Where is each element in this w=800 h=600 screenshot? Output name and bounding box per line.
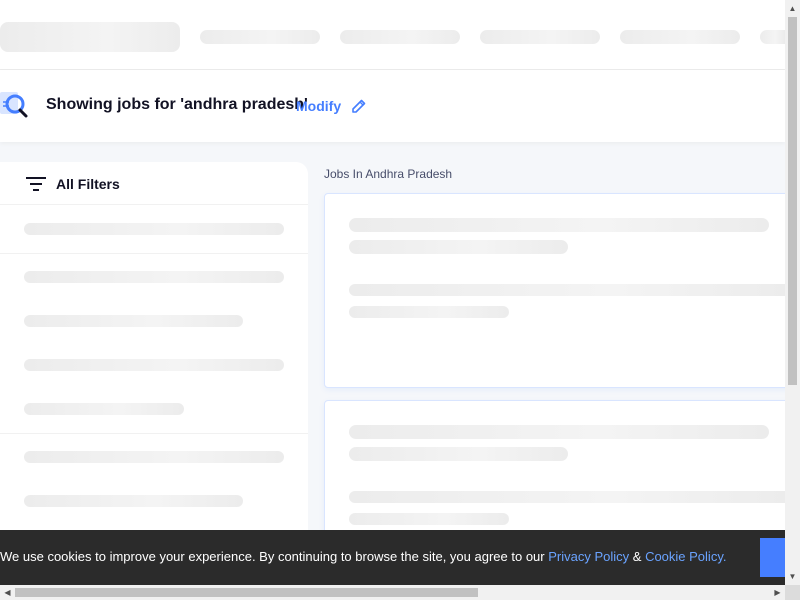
job-title-placeholder — [349, 425, 769, 439]
nav-placeholder-3 — [480, 30, 600, 44]
nav-placeholder-5 — [760, 30, 785, 44]
nav-placeholder-4 — [620, 30, 740, 44]
filter-divider — [0, 253, 308, 254]
all-filters-label: All Filters — [56, 176, 120, 192]
filter-placeholder-3 — [24, 315, 243, 327]
cookie-policy-link[interactable]: Cookie Policy. — [645, 549, 726, 564]
cookie-message: We use cookies to improve your experienc… — [0, 549, 726, 564]
nav-placeholder-2 — [340, 30, 460, 44]
search-summary-bar: Showing jobs for 'andhra pradesh' Modify — [0, 70, 785, 142]
scroll-right-arrow-icon[interactable]: ▶ — [773, 588, 782, 597]
cookie-banner: We use cookies to improve your experienc… — [0, 530, 800, 585]
privacy-policy-link[interactable]: Privacy Policy — [548, 549, 629, 564]
job-meta-placeholder — [349, 306, 509, 318]
scroll-up-arrow-icon[interactable]: ▲ — [788, 4, 797, 13]
filter-placeholder-6 — [24, 451, 284, 463]
filter-icon — [26, 177, 46, 191]
job-meta-placeholder — [349, 513, 509, 525]
jobs-heading: Jobs In Andhra Pradesh — [324, 167, 453, 181]
scroll-down-arrow-icon[interactable]: ▼ — [788, 572, 797, 581]
job-details-placeholder — [349, 284, 789, 296]
job-company-placeholder — [349, 240, 568, 254]
modify-search-link[interactable]: Modify — [296, 98, 341, 114]
vertical-scroll-thumb[interactable] — [788, 17, 797, 385]
search-icon — [0, 92, 28, 118]
scrollbar-corner — [785, 585, 800, 600]
filter-divider — [0, 433, 308, 434]
job-card-placeholder[interactable] — [324, 193, 794, 388]
search-summary-title: Showing jobs for 'andhra pradesh' — [46, 96, 308, 113]
horizontal-scrollbar[interactable]: ◀ ▶ — [0, 585, 785, 600]
scroll-left-arrow-icon[interactable]: ◀ — [3, 588, 12, 597]
filter-placeholder-5 — [24, 403, 184, 415]
logo-placeholder — [0, 22, 180, 52]
cookie-message-text: We use cookies to improve your experienc… — [0, 549, 549, 564]
job-company-placeholder — [349, 447, 568, 461]
filter-placeholder-4 — [24, 359, 284, 371]
job-title-placeholder — [349, 218, 769, 232]
all-filters-header[interactable]: All Filters — [0, 162, 308, 205]
filter-placeholder-7 — [24, 495, 243, 507]
filters-panel: All Filters — [0, 162, 308, 542]
top-header — [0, 0, 785, 70]
horizontal-scroll-thumb[interactable] — [15, 588, 478, 597]
nav-placeholder-1 — [200, 30, 320, 44]
job-details-placeholder — [349, 491, 789, 503]
filter-placeholder-2 — [24, 271, 284, 283]
filter-placeholder-1 — [24, 223, 284, 235]
vertical-scrollbar[interactable]: ▲ ▼ — [785, 0, 800, 585]
cookie-separator: & — [629, 549, 646, 564]
pencil-icon[interactable] — [351, 98, 367, 114]
